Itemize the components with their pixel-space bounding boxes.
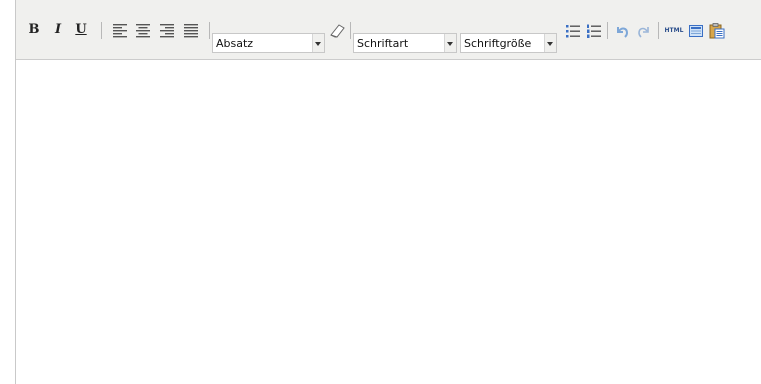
bold-button[interactable]: B [24, 20, 44, 40]
align-right-icon[interactable] [159, 22, 175, 38]
eraser-icon[interactable] [328, 22, 346, 38]
redo-icon[interactable] [636, 23, 652, 39]
toolbar-separator [209, 22, 210, 39]
toolbar-separator [350, 22, 351, 39]
font-size-select[interactable]: Schriftgröße [460, 33, 557, 53]
underline-button[interactable]: U [71, 20, 91, 40]
editor-content-area[interactable] [16, 60, 761, 384]
editor-toolbar: B I U Absatz Schriftart Schriftgröße HTM… [16, 0, 761, 60]
align-center-icon[interactable] [135, 22, 151, 38]
html-source-button[interactable]: HTML [663, 25, 685, 37]
toolbar-separator [658, 22, 659, 39]
chevron-down-icon [312, 34, 324, 52]
toolbar-separator [101, 22, 102, 39]
chevron-down-icon [444, 34, 456, 52]
chevron-down-icon [544, 34, 556, 52]
rich-text-editor: B I U Absatz Schriftart Schriftgröße HTM… [15, 0, 761, 384]
font-family-select[interactable]: Schriftart [353, 33, 457, 53]
numbered-list-icon[interactable] [586, 23, 602, 39]
undo-icon[interactable] [614, 23, 630, 39]
align-left-icon[interactable] [112, 22, 128, 38]
bullet-list-icon[interactable] [565, 23, 581, 39]
toolbar-separator [607, 22, 608, 39]
insert-media-icon[interactable] [688, 23, 704, 39]
paste-word-icon[interactable] [709, 22, 725, 39]
format-select[interactable]: Absatz [212, 33, 325, 53]
italic-button[interactable]: I [48, 20, 68, 40]
align-justify-icon[interactable] [183, 22, 199, 38]
